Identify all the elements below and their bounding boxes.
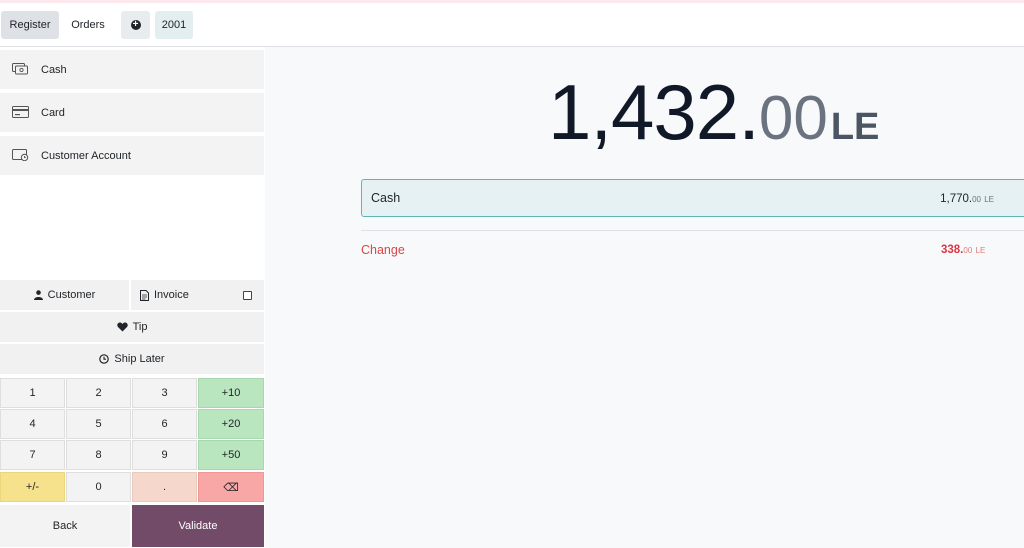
numpad-key-plus50[interactable]: +50 [198,440,264,470]
change-currency: LE [975,246,986,255]
customer-label: Customer [47,289,96,301]
ship-later-label: Ship Later [114,353,165,365]
payment-line-method: Cash [371,191,401,205]
payment-line-amount: 1,770.00 LE [940,193,994,205]
validate-button[interactable]: Validate [132,505,264,547]
total-amount: 1,432. 00 LE [548,68,880,156]
numpad-key-3[interactable]: 3 [132,378,197,408]
summary-divider [361,230,1024,231]
heart-icon [116,322,128,332]
back-button[interactable]: Back [0,505,130,547]
payment-method-customer-account[interactable]: Customer Account [0,136,264,175]
ship-later-button[interactable]: Ship Later [0,344,264,374]
numpad-key-7[interactable]: 7 [0,440,65,470]
top-bar: Register Orders + 2001 [0,3,1024,47]
user-icon [33,290,43,300]
plus-circle-icon: + [130,20,141,30]
payment-line-currency: LE [984,195,994,204]
orders-tab[interactable]: Orders [62,11,114,39]
total-amount-decimals: 00 [758,84,828,153]
numpad-key-backspace[interactable]: ⌫ [198,472,264,502]
invoice-checkbox[interactable] [243,291,252,300]
change-amount-integer: 338. [941,244,964,256]
numpad-key-sign[interactable]: +/- [0,472,65,502]
order-tab[interactable]: 2001 [155,11,193,39]
register-tab[interactable]: Register [1,11,59,39]
payment-line-cash[interactable]: Cash 1,770.00 LE [361,179,1024,217]
document-icon [140,289,149,301]
change-label: Change [361,243,405,257]
numpad-key-plus10[interactable]: +10 [198,378,264,408]
numpad-key-0[interactable]: 0 [66,472,131,502]
tip-button[interactable]: Tip [0,312,264,342]
payment-method-cash[interactable]: Cash [0,50,264,89]
numpad-key-6[interactable]: 6 [132,409,197,439]
tip-label: Tip [132,321,148,333]
clock-icon [99,354,110,364]
total-amount-integer: 1,432. [548,68,760,156]
payment-method-label: Customer Account [41,149,131,162]
payment-method-label: Card [41,106,65,119]
cash-icon [12,63,28,75]
payment-method-label: Cash [41,63,67,76]
numpad-key-9[interactable]: 9 [132,440,197,470]
payment-line-amount-integer: 1,770. [940,193,973,205]
numpad-key-5[interactable]: 5 [66,409,131,439]
total-currency: LE [830,106,880,148]
customer-account-icon [12,149,29,161]
numpad-key-decimal[interactable]: . [132,472,197,502]
numpad-key-4[interactable]: 4 [0,409,65,439]
payment-line-amount-decimals: 00 [972,195,981,204]
change-amount: 338.00 LE [941,244,985,256]
customer-button[interactable]: Customer [0,280,129,310]
numpad-key-1[interactable]: 1 [0,378,65,408]
invoice-label: Invoice [154,289,189,301]
numpad-key-2[interactable]: 2 [66,378,131,408]
new-order-button[interactable]: + [121,11,150,39]
numpad-key-8[interactable]: 8 [66,440,131,470]
numpad-key-plus20[interactable]: +20 [198,409,264,439]
payment-method-card[interactable]: Card [0,93,264,132]
card-icon [12,106,29,118]
change-amount-decimals: 00 [963,246,973,255]
